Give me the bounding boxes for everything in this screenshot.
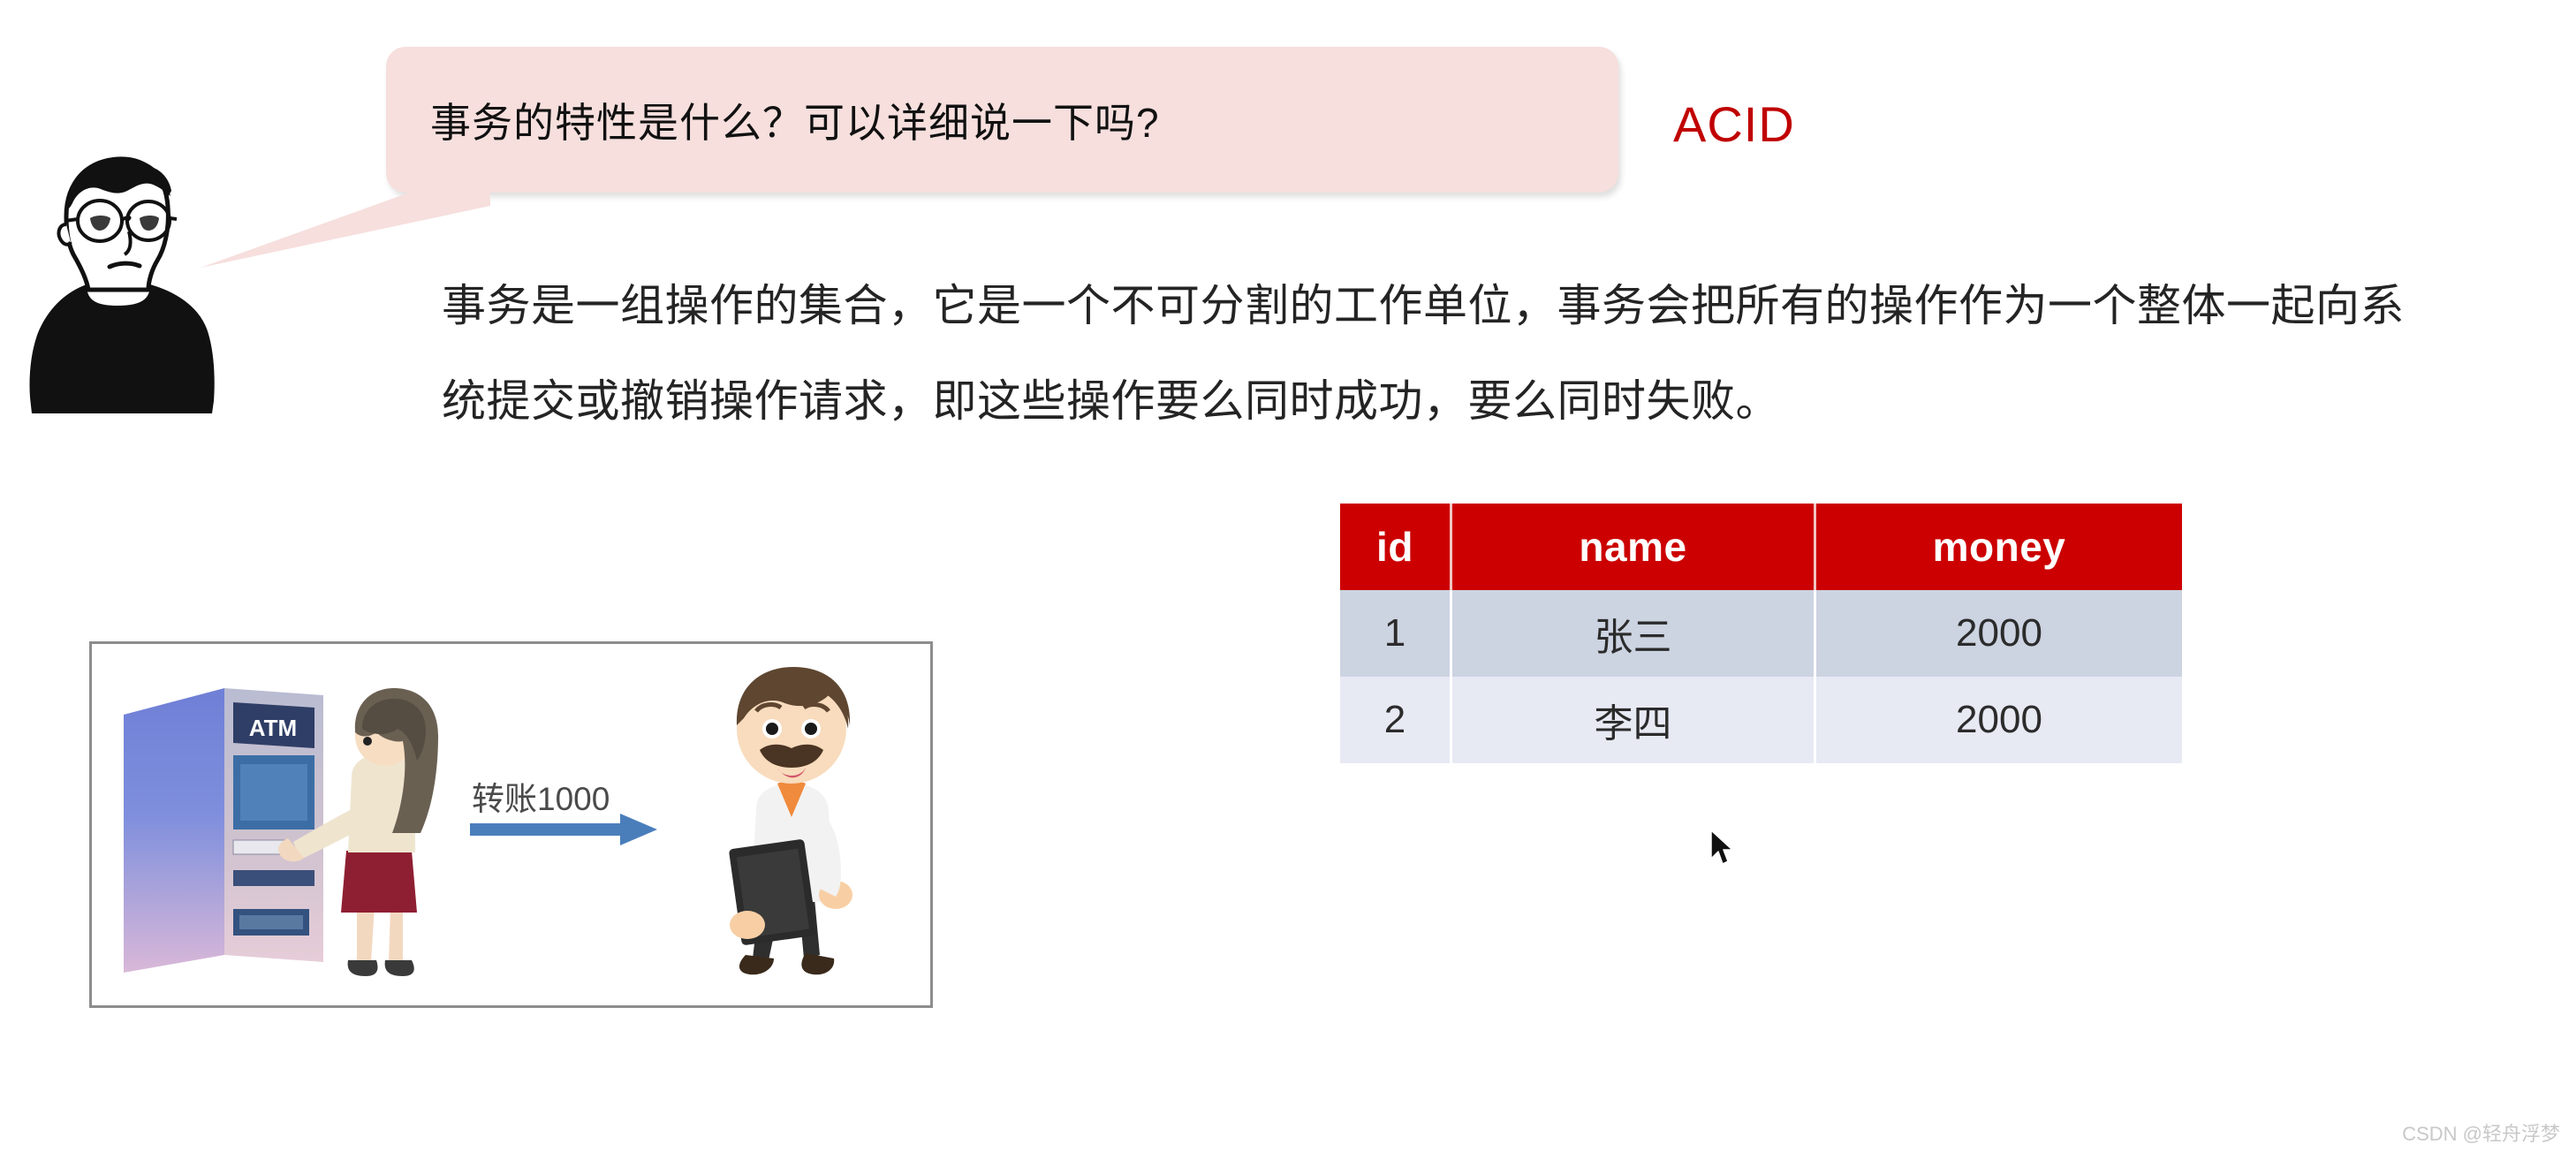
cell-name: 李四 [1452,677,1816,763]
avatar-body [29,284,215,413]
paragraph-line-1: 事务是一组操作的集合，它是一个不可分割的工作单位，事务会把所有的操作作为一个整体… [442,281,2405,330]
avatar [25,133,224,415]
svg-text:ATM: ATM [249,715,297,741]
cell-money: 2000 [1816,590,2182,677]
mouse-pointer-icon [1710,829,1733,865]
paragraph-line-2: 统提交或撤销操作请求，即这些操作要么同时成功，要么同时失败。 [442,376,1780,426]
table-row: 2 李四 2000 [1340,677,2182,763]
speech-bubble: 事务的特性是什么？可以详细说一下吗? [386,47,1618,193]
man-with-clipboard-icon [729,667,852,975]
cell-id: 2 [1340,677,1452,763]
transfer-amount-label: 转账1000 [472,781,610,817]
column-header-money: money [1816,504,2182,590]
definition-paragraph: 事务是一组操作的集合，它是一个不可分割的工作单位，事务会把所有的操作作为一个整体… [442,258,2571,449]
atm-scene-graphic: ATM [124,667,852,976]
table-header-row: id name money [1340,504,2182,590]
avatar-illustration [29,156,215,413]
column-header-name: name [1452,504,1816,590]
account-table: id name money 1 张三 2000 2 李四 2000 [1340,504,2182,763]
speech-bubble-tail [201,163,490,268]
cell-name: 张三 [1452,590,1816,677]
atm-machine-icon: ATM [124,688,323,973]
column-header-id: id [1340,504,1452,590]
speech-bubble-text: 事务的特性是什么？可以详细说一下吗? [430,99,1160,146]
table-row: 1 张三 2000 [1340,590,2182,677]
acid-label: ACID [1673,96,1795,152]
cell-id: 1 [1340,590,1452,677]
watermark: CSDN @轻舟浮梦 [2402,1123,2560,1145]
atm-transfer-illustration: ATM 转账1000 [89,641,933,1008]
cell-money: 2000 [1816,677,2182,763]
